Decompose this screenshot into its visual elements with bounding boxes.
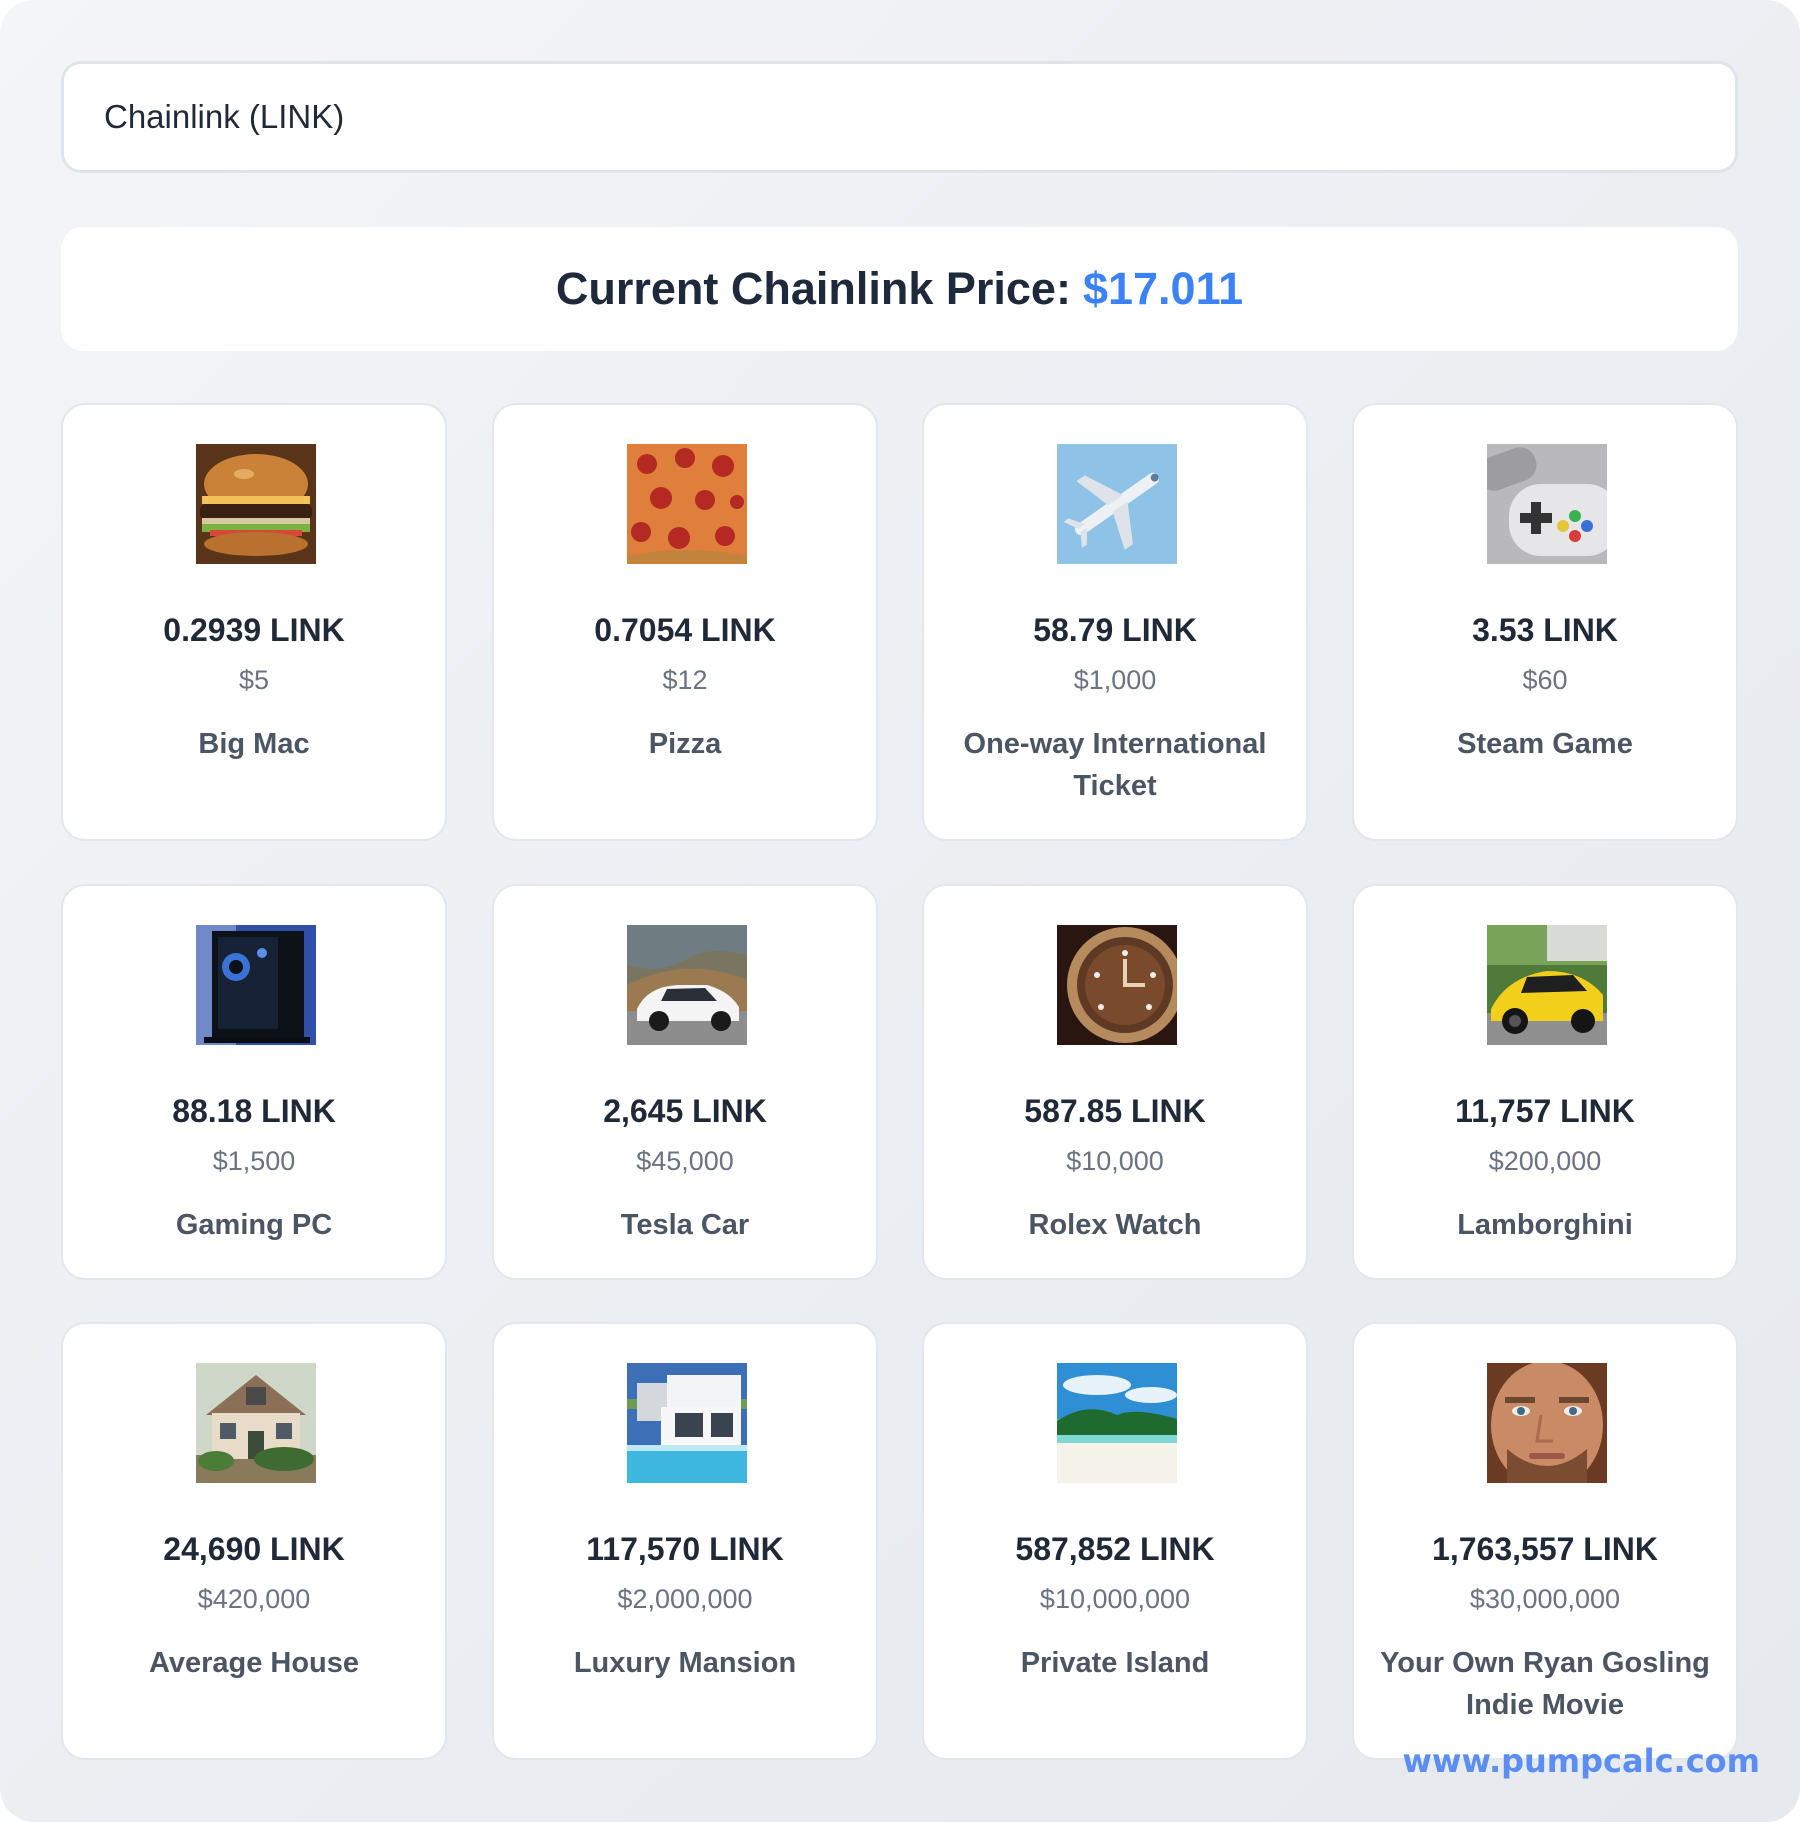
watch-icon — [1057, 925, 1177, 1045]
item-card-rolex-watch[interactable]: 587.85 LINK $10,000 Rolex Watch — [922, 884, 1308, 1280]
item-card-steam-game[interactable]: 3.53 LINK $60 Steam Game — [1352, 403, 1738, 841]
gaming-pc-icon — [196, 925, 316, 1045]
item-usd-price: $200,000 — [1488, 1146, 1602, 1176]
item-label: Tesla Car — [620, 1209, 750, 1241]
item-card-lamborghini[interactable]: 11,757 LINK $200,000 Lamborghini — [1352, 884, 1738, 1280]
mansion-icon — [627, 1363, 747, 1483]
item-amount: 88.18 LINK — [172, 1093, 336, 1129]
item-usd-price: $12 — [662, 665, 708, 695]
item-amount: 587,852 LINK — [1015, 1531, 1215, 1567]
item-amount: 24,690 LINK — [163, 1531, 345, 1567]
item-usd-price: $30,000,000 — [1469, 1584, 1621, 1614]
item-label: Your Own Ryan Gosling Indie Movie — [1380, 1647, 1710, 1721]
item-amount: 1,763,557 LINK — [1432, 1531, 1658, 1567]
price-banner: Current Chainlink Price: $17.011 — [61, 227, 1738, 351]
burger-icon — [196, 444, 316, 564]
item-card-private-island[interactable]: 587,852 LINK $10,000,000 Private Island — [922, 1322, 1308, 1760]
item-usd-price: $10,000,000 — [1039, 1584, 1191, 1614]
item-usd-price: $45,000 — [636, 1146, 734, 1176]
item-amount: 0.7054 LINK — [594, 612, 776, 648]
item-amount: 11,757 LINK — [1455, 1093, 1635, 1129]
item-usd-price: $1,000 — [1073, 665, 1157, 695]
app-frame: Current Chainlink Price: $17.011 0.2939 … — [0, 0, 1800, 1822]
item-card-tesla-car[interactable]: 2,645 LINK $45,000 Tesla Car — [492, 884, 878, 1280]
price-label: Current Chainlink Price: — [555, 263, 1071, 314]
price-value: $17.011 — [1082, 263, 1244, 314]
item-label: Luxury Mansion — [573, 1647, 797, 1679]
item-label: Average House — [148, 1647, 360, 1679]
item-card-ryan-gosling-movie[interactable]: 1,763,557 LINK $30,000,000 Your Own Ryan… — [1352, 1322, 1738, 1760]
sports-car-icon — [1487, 925, 1607, 1045]
site-watermark-link[interactable]: www.pumpcalc.com — [1402, 1742, 1760, 1780]
item-label: Rolex Watch — [1028, 1209, 1202, 1241]
item-card-big-mac[interactable]: 0.2939 LINK $5 Big Mac — [61, 403, 447, 841]
airplane-icon — [1057, 444, 1177, 564]
item-usd-price: $420,000 — [197, 1584, 311, 1614]
item-label: One-way International Ticket — [963, 728, 1267, 802]
house-icon — [196, 1363, 316, 1483]
item-amount: 117,570 LINK — [586, 1531, 784, 1567]
item-amount: 58.79 LINK — [1033, 612, 1197, 648]
item-label: Lamborghini — [1457, 1209, 1633, 1241]
item-amount: 3.53 LINK — [1472, 612, 1618, 648]
item-card-gaming-pc[interactable]: 88.18 LINK $1,500 Gaming PC — [61, 884, 447, 1280]
face-portrait-icon — [1487, 1363, 1607, 1483]
island-icon — [1057, 1363, 1177, 1483]
game-controller-icon — [1487, 444, 1607, 564]
item-amount: 0.2939 LINK — [163, 612, 345, 648]
pizza-icon — [627, 444, 747, 564]
item-card-average-house[interactable]: 24,690 LINK $420,000 Average House — [61, 1322, 447, 1760]
item-usd-price: $5 — [238, 665, 270, 695]
item-label: Gaming PC — [175, 1209, 333, 1241]
item-usd-price: $2,000,000 — [617, 1584, 753, 1614]
item-usd-price: $10,000 — [1066, 1146, 1164, 1176]
item-card-pizza[interactable]: 0.7054 LINK $12 Pizza — [492, 403, 878, 841]
item-amount: 2,645 LINK — [603, 1093, 767, 1129]
item-label: Steam Game — [1457, 728, 1633, 760]
item-label: Big Mac — [198, 728, 310, 760]
item-card-international-ticket[interactable]: 58.79 LINK $1,000 One-way International … — [922, 403, 1308, 841]
item-amount: 587.85 LINK — [1024, 1093, 1206, 1129]
item-usd-price: $60 — [1522, 665, 1568, 695]
item-usd-price: $1,500 — [212, 1146, 296, 1176]
coin-search-box[interactable] — [61, 61, 1738, 173]
item-card-luxury-mansion[interactable]: 117,570 LINK $2,000,000 Luxury Mansion — [492, 1322, 878, 1760]
coin-search-input[interactable] — [104, 98, 1695, 136]
car-icon — [627, 925, 747, 1045]
item-label: Pizza — [648, 728, 722, 760]
item-label: Private Island — [1020, 1647, 1210, 1679]
